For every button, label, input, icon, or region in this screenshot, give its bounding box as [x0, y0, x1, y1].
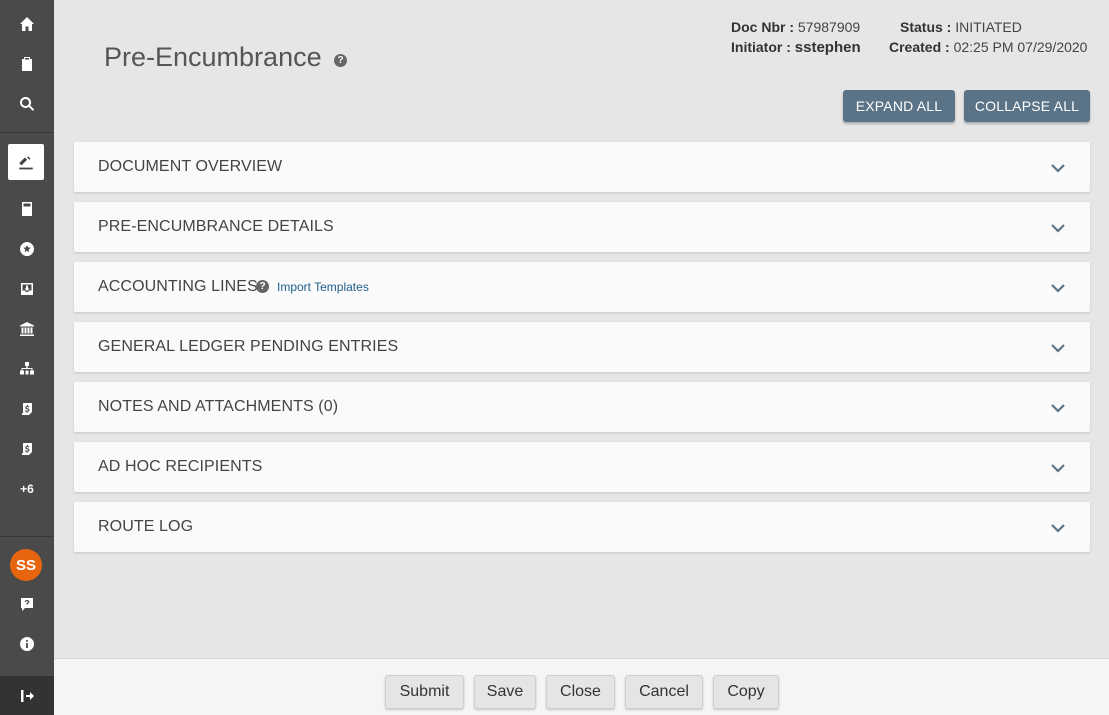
document-pen-icon — [19, 156, 33, 170]
sidebar-item-bank[interactable] — [0, 309, 54, 349]
sidebar-item-finance[interactable] — [0, 389, 54, 429]
section-title: NOTES AND ATTACHMENTS (0) — [98, 398, 339, 415]
section-ad-hoc-recipients[interactable]: AD HOC RECIPIENTS — [74, 442, 1090, 492]
help-chat-icon — [21, 598, 33, 611]
sidebar-item-favorites[interactable] — [0, 229, 54, 269]
star-icon — [20, 242, 35, 256]
chevron-down-icon[interactable] — [1050, 401, 1066, 413]
sidebar-item-home[interactable] — [0, 4, 54, 44]
chevron-down-icon[interactable] — [1050, 461, 1066, 473]
bank-icon — [20, 322, 34, 336]
logout-button[interactable] — [0, 676, 54, 715]
sidebar-item-organization[interactable] — [0, 349, 54, 389]
section-route-log[interactable]: ROUTE LOG — [74, 502, 1090, 552]
sidebar-item-clipboard[interactable] — [0, 44, 54, 84]
cancel-button[interactable]: Cancel — [625, 675, 703, 709]
sidebar-divider — [0, 536, 54, 537]
close-button[interactable]: Close — [546, 675, 615, 709]
logout-icon — [21, 689, 34, 702]
section-general-ledger-pending-entries[interactable]: GENERAL LEDGER PENDING ENTRIES — [74, 322, 1090, 372]
section-title: ACCOUNTING LINES — [98, 278, 258, 295]
initiator: Initiator : sstephen — [731, 39, 861, 56]
section-accounting-lines[interactable]: ACCOUNTING LINES ? Import Templates — [74, 262, 1090, 312]
created-value: 02:25 PM 07/29/2020 — [953, 39, 1088, 55]
status: Status : INITIATED — [900, 19, 1022, 35]
status-value: INITIATED — [955, 19, 1022, 35]
submit-button[interactable]: Submit — [385, 675, 464, 709]
sidebar-item-inbox[interactable] — [0, 269, 54, 309]
action-footer: Submit Save Close Cancel Copy — [54, 658, 1109, 715]
collapse-all-button[interactable]: COLLAPSE ALL — [964, 90, 1090, 122]
save-button[interactable]: Save — [474, 675, 536, 709]
section-notes-and-attachments[interactable]: NOTES AND ATTACHMENTS (0) — [74, 382, 1090, 432]
sidebar-item-document[interactable] — [8, 144, 44, 180]
expand-all-button[interactable]: EXPAND ALL — [843, 90, 955, 122]
sidebar-more-label: +6 — [20, 482, 34, 496]
accounting-lines-help-icon[interactable]: ? — [256, 280, 269, 293]
doc-nbr-value: 57987909 — [797, 19, 861, 35]
sidebar-item-info[interactable] — [0, 624, 54, 664]
sidebar-nav: +6 SS — [0, 0, 54, 715]
avatar[interactable]: SS — [10, 549, 42, 581]
section-title: AD HOC RECIPIENTS — [98, 458, 263, 475]
info-icon — [20, 637, 35, 651]
sidebar-item-help[interactable] — [0, 584, 54, 624]
section-title: DOCUMENT OVERVIEW — [98, 158, 283, 175]
sidebar-item-finance-alt[interactable] — [0, 429, 54, 469]
clipboard-icon — [22, 57, 32, 71]
section-title: GENERAL LEDGER PENDING ENTRIES — [98, 338, 399, 355]
home-icon — [20, 17, 34, 31]
calculator-icon — [22, 202, 32, 216]
created-label: Created : — [889, 39, 950, 55]
section-document-overview[interactable]: DOCUMENT OVERVIEW — [74, 142, 1090, 192]
sidebar-more-button[interactable]: +6 — [0, 469, 54, 509]
chevron-down-icon[interactable] — [1050, 341, 1066, 353]
inbox-icon — [21, 283, 33, 295]
title-help-icon[interactable]: ? — [334, 54, 347, 67]
dollar-scroll-icon — [22, 403, 32, 415]
chevron-down-icon[interactable] — [1050, 161, 1066, 173]
created: Created : 02:25 PM 07/29/2020 — [889, 39, 1087, 55]
chevron-down-icon[interactable] — [1050, 521, 1066, 533]
page-title: Pre-Encumbrance — [104, 42, 322, 72]
section-title: PRE-ENCUMBRANCE DETAILS — [98, 218, 334, 235]
sidebar-item-search[interactable] — [0, 84, 54, 124]
copy-button[interactable]: Copy — [713, 675, 779, 709]
org-chart-icon — [20, 362, 34, 375]
doc-nbr-label: Doc Nbr : — [731, 19, 794, 35]
dollar-scroll-alt-icon — [22, 443, 32, 455]
sidebar-item-calculator[interactable] — [0, 189, 54, 229]
sidebar-divider — [0, 132, 54, 133]
chevron-down-icon[interactable] — [1050, 221, 1066, 233]
section-pre-encumbrance-details[interactable]: PRE-ENCUMBRANCE DETAILS — [74, 202, 1090, 252]
import-templates-link[interactable]: Import Templates — [277, 280, 369, 294]
initiator-value: sstephen — [794, 39, 861, 56]
doc-nbr: Doc Nbr : 57987909 — [731, 19, 860, 35]
chevron-down-icon[interactable] — [1050, 281, 1066, 293]
status-label: Status : — [900, 19, 952, 35]
search-icon — [20, 96, 35, 111]
initiator-label: Initiator : — [731, 39, 791, 55]
section-title: ROUTE LOG — [98, 518, 194, 535]
avatar-initials: SS — [15, 556, 36, 574]
